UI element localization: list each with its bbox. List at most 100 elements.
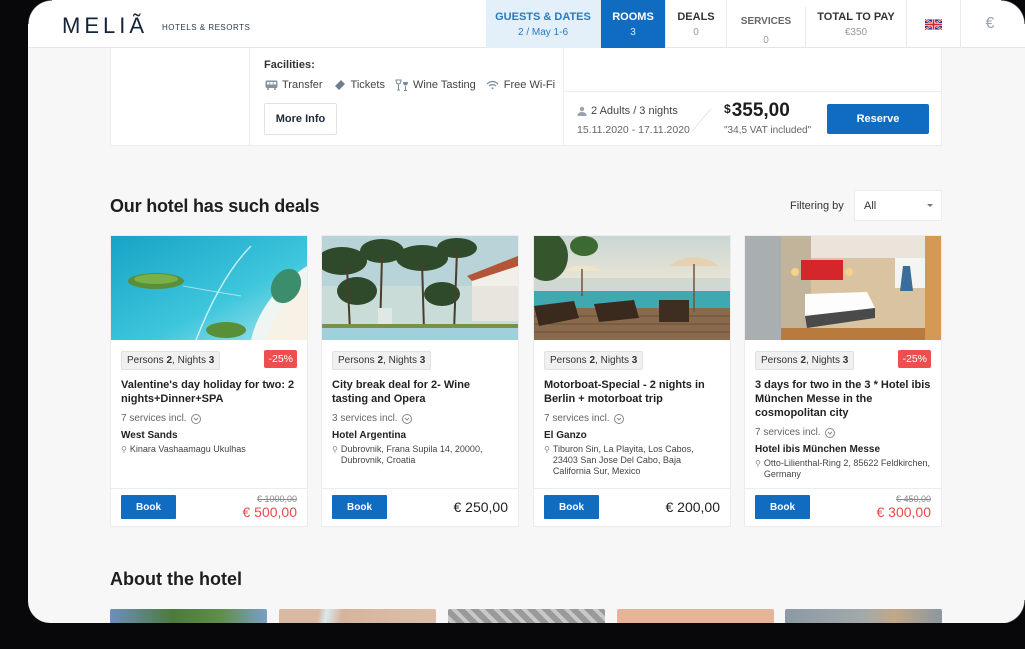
euro-icon: € <box>985 15 995 32</box>
deal-title[interactable]: Valentine's day holiday for two: 2 night… <box>121 378 297 406</box>
deal-card: Persons 2, Nights 3 Motorboat-Special - … <box>533 235 731 527</box>
discount-badge: -25% <box>898 350 931 368</box>
tab-rooms[interactable]: ROOMS 3 <box>601 0 666 48</box>
facilities-label: Facilities: <box>264 59 315 71</box>
deal-body: Persons 2, Nights 3 -25% Valentine's day… <box>111 340 307 490</box>
divider <box>691 108 712 132</box>
facility-tickets: Tickets <box>333 79 385 91</box>
deal-title[interactable]: Motorboat-Special - 2 nights in Berlin +… <box>544 378 720 406</box>
language-selector[interactable] <box>907 0 961 48</box>
deal-footer: Book € 1000,00 € 500,00 <box>111 488 307 526</box>
deal-body: Persons 2, Nights 3 -25% 3 days for two … <box>745 340 941 490</box>
persons-nights-badge: Persons 2, Nights 3 <box>332 351 432 370</box>
price: € 250,00 <box>453 499 509 515</box>
tab-deals[interactable]: DEALS 0 <box>666 0 727 48</box>
deal-title[interactable]: 3 days for two in the 3 * Hotel ibis Mün… <box>755 378 931 420</box>
top-header: MELIÃ HOTELS & RESORTS GUESTS & DATES 2 … <box>28 0 1025 55</box>
more-info-button[interactable]: More Info <box>264 103 337 135</box>
price: € 200,00 <box>665 499 721 515</box>
location-pin-icon: ⚲ <box>121 445 127 454</box>
about-photo[interactable] <box>448 609 605 623</box>
persons-label: Persons <box>550 355 587 366</box>
deal-footer: Book € 450,00 € 300,00 <box>745 488 941 526</box>
about-section-title: About the hotel <box>110 569 242 589</box>
persons-label: Persons <box>761 355 798 366</box>
chevron-down-icon <box>401 413 412 424</box>
tab-label: SERVICES <box>740 16 792 27</box>
guests-text: 2 Adults / 3 nights <box>591 105 678 117</box>
about-photo[interactable] <box>785 609 942 623</box>
facilities-list: Transfer Tickets Wine Tasting Free Wi-Fi <box>264 79 555 91</box>
room-price-row: 2 Adults / 3 nights 15.11.2020 - 17.11.2… <box>564 91 942 146</box>
services-toggle[interactable]: 7 services incl. <box>121 413 297 424</box>
chevron-down-icon <box>824 427 835 438</box>
filter-dropdown[interactable]: All <box>854 190 942 221</box>
persons-nights-badge: Persons 2, Nights 3 <box>544 351 644 370</box>
brand-logo[interactable]: MELIÃ HOTELS & RESORTS <box>62 13 250 39</box>
services-toggle[interactable]: 3 services incl. <box>332 413 508 424</box>
tab-value: 0 <box>763 35 769 46</box>
tab-label: TOTAL TO PAY <box>817 10 895 23</box>
about-photo[interactable] <box>110 609 267 623</box>
nights-count: 3 <box>419 355 426 366</box>
tab-label: GUESTS & DATES <box>495 10 591 23</box>
location-pin-icon: ⚲ <box>544 445 550 454</box>
persons-count: 2 <box>800 355 807 366</box>
services-count: 3 services incl. <box>332 413 398 424</box>
chevron-down-icon <box>613 413 624 424</box>
nights-label: Nights <box>811 355 840 366</box>
deal-title[interactable]: City break deal for 2- Wine tasting and … <box>332 378 508 406</box>
logo-wordmark: MELIÃ <box>62 13 149 38</box>
book-button[interactable]: Book <box>755 495 810 519</box>
hotel-address: ⚲ Otto-Lilienthal-Ring 2, 85622 Feldkirch… <box>755 458 931 480</box>
deal-footer: Book € 200,00 <box>534 488 730 526</box>
window-corner <box>1001 0 1025 24</box>
book-button[interactable]: Book <box>121 495 176 519</box>
nights-count: 3 <box>631 355 638 366</box>
hotel-address: ⚲ Kinara Vashaamagu Ukulhas <box>121 444 297 455</box>
address-text: Otto-Lilienthal-Ring 2, 85622 Feldkirche… <box>763 458 930 479</box>
deal-card: Persons 2, Nights 3 -25% 3 days for two … <box>744 235 942 527</box>
persons-label: Persons <box>338 355 375 366</box>
logo-subtitle: HOTELS & RESORTS <box>162 22 251 32</box>
tab-total-to-pay[interactable]: TOTAL TO PAY €350 <box>806 0 907 48</box>
services-count: 7 services incl. <box>755 427 821 438</box>
original-price: € 450,00 <box>895 494 931 504</box>
sale-price: € 500,00 <box>242 504 298 520</box>
hotel-address: ⚲ Dubrovnik, Frana Supila 14, 20000, Dubr… <box>332 444 508 466</box>
reserve-button[interactable]: Reserve <box>827 104 929 134</box>
tab-value: 2 / May 1-6 <box>517 26 569 38</box>
facility-wine-tasting: Wine Tasting <box>395 79 476 91</box>
tab-value: €350 <box>844 26 868 38</box>
nights-label: Nights <box>177 355 206 366</box>
deal-image[interactable] <box>745 236 941 340</box>
deal-footer: Book € 250,00 <box>322 488 518 526</box>
wifi-icon <box>486 79 500 91</box>
deals-section-title: Our hotel has such deals <box>110 196 320 216</box>
sale-price: € 300,00 <box>876 504 932 520</box>
tab-guests-dates[interactable]: GUESTS & DATES 2 / May 1-6 <box>486 0 601 48</box>
persons-count: 2 <box>166 355 173 366</box>
currency-symbol: $ <box>724 102 731 116</box>
facility-label: Tickets <box>350 79 385 91</box>
book-button[interactable]: Book <box>544 495 599 519</box>
window-corner <box>1001 600 1025 624</box>
ticket-icon <box>333 79 347 91</box>
about-photo[interactable] <box>279 609 436 623</box>
persons-count: 2 <box>377 355 384 366</box>
hotel-name: Hotel Argentina <box>332 430 407 441</box>
guests-summary: 2 Adults / 3 nights <box>577 105 678 117</box>
book-button[interactable]: Book <box>332 495 387 519</box>
tab-value: 3 <box>630 26 636 38</box>
vat-note: "34,5 VAT included" <box>724 125 812 136</box>
about-photo[interactable] <box>617 609 774 623</box>
deal-image[interactable] <box>111 236 307 340</box>
uk-flag-icon <box>925 18 942 30</box>
deal-image[interactable] <box>322 236 518 340</box>
hotel-name: West Sands <box>121 430 178 441</box>
services-toggle[interactable]: 7 services incl. <box>755 427 931 438</box>
hotel-address: ⚲ Tiburon Sin, La Playita, Los Cabos, 234… <box>544 444 720 477</box>
services-toggle[interactable]: 7 services incl. <box>544 413 720 424</box>
nights-count: 3 <box>842 355 849 366</box>
deal-image[interactable] <box>534 236 730 340</box>
